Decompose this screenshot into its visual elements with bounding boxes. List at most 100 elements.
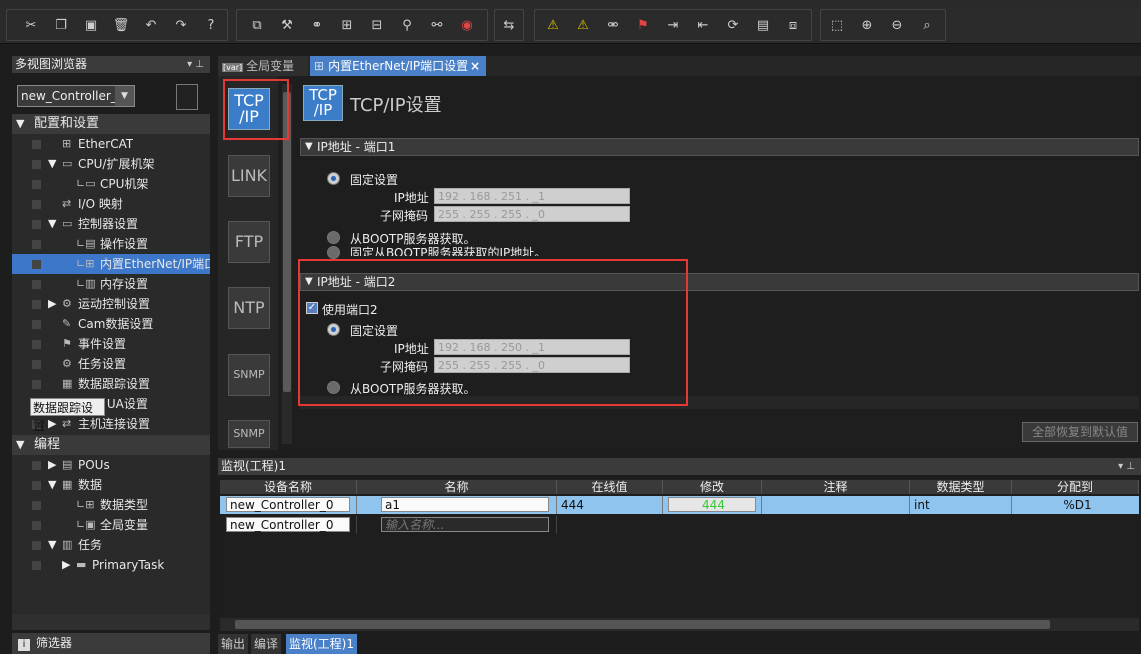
tree-checkbox[interactable] xyxy=(32,320,41,329)
tree-checkbox[interactable] xyxy=(32,521,41,530)
reset-icon[interactable]: ⇤ xyxy=(692,14,714,36)
network-icon[interactable]: ⚭ xyxy=(306,14,328,36)
column-header[interactable]: 名称 xyxy=(357,480,557,494)
tree-item[interactable]: ∟⊞ 内置EtherNet/IP端口设置 xyxy=(12,254,210,274)
column-header[interactable]: 分配到 xyxy=(1012,480,1139,494)
port1-mask-input[interactable]: 255 . 255 . 255 . _0 xyxy=(434,206,630,222)
build-icon[interactable]: ⚒ xyxy=(276,14,298,36)
paste-icon[interactable]: ▣ xyxy=(80,14,102,36)
cell-modify[interactable]: 444 xyxy=(663,496,762,514)
tree-checkbox[interactable] xyxy=(32,260,41,269)
cell-device[interactable]: new_Controller_0 xyxy=(220,516,357,534)
tab-build[interactable]: 编译 xyxy=(251,634,282,654)
undo-icon[interactable]: ↶ xyxy=(140,14,162,36)
nav-snmp-trap[interactable]: SNMP xyxy=(228,420,270,448)
column-header[interactable]: 在线值 xyxy=(557,480,663,494)
modify-input[interactable]: 444 xyxy=(668,497,756,512)
tree-item[interactable]: ▦ 数据跟踪设置 xyxy=(12,374,210,394)
tree-item[interactable]: ⇄ I/O 映射 xyxy=(12,194,210,214)
tree-item[interactable]: ∟▤ 操作设置 xyxy=(12,234,210,254)
tree-checkbox[interactable] xyxy=(32,300,41,309)
tree-item[interactable]: ∟▣ 全局变量 xyxy=(12,515,210,535)
tree-checkbox[interactable] xyxy=(32,200,41,209)
tree-checkbox[interactable] xyxy=(32,140,41,149)
window-icon[interactable]: ⧉ xyxy=(246,14,268,36)
tree-item[interactable]: ▼ ▥ 任务 xyxy=(12,535,210,555)
port1-fixed-radio[interactable] xyxy=(327,172,340,185)
tree-section-header[interactable]: ▼ 编程 xyxy=(12,435,210,455)
zoom-out-icon[interactable]: ⊖ xyxy=(886,14,908,36)
table-row[interactable]: new_Controller_0 a1 444 444 int %D1 xyxy=(220,496,1139,514)
triangle-down-icon[interactable]: ▼ xyxy=(16,435,24,455)
restore-defaults-button[interactable]: 全部恢复到默认值 xyxy=(1022,422,1138,442)
tree-item[interactable]: ▼ ▭ 控制器设置 xyxy=(12,214,210,234)
find-icon[interactable]: ⚯ xyxy=(426,14,448,36)
table-row[interactable]: new_Controller_0 输入名称... xyxy=(220,516,1139,534)
compile-icon[interactable]: ⊞ xyxy=(336,14,358,36)
column-header[interactable]: 设备名称 xyxy=(220,480,357,494)
column-header[interactable]: 修改 xyxy=(663,480,762,494)
copy-icon[interactable]: ❐ xyxy=(50,14,72,36)
zoom-100-icon[interactable]: ⌕ xyxy=(916,14,938,36)
name-new-input[interactable]: 输入名称... xyxy=(381,517,549,532)
triangle-down-icon[interactable]: ▼ xyxy=(48,535,56,555)
tree-checkbox[interactable] xyxy=(32,501,41,510)
link-icon[interactable]: ⚮ xyxy=(602,14,624,36)
delete-icon[interactable]: 🗑 xyxy=(110,14,132,36)
help-icon[interactable]: ? xyxy=(200,14,222,36)
tree-checkbox[interactable] xyxy=(32,461,41,470)
redo-icon[interactable]: ↷ xyxy=(170,14,192,36)
name-input[interactable]: a1 xyxy=(381,497,549,512)
tree-checkbox[interactable] xyxy=(32,561,41,570)
port1-ip-input[interactable]: 192 . 168 . 251 . _1 xyxy=(434,188,630,204)
error-icon[interactable]: ◉ xyxy=(456,14,478,36)
triangle-down-icon[interactable]: ▼ xyxy=(16,114,24,134)
tree-item[interactable]: ▶ ▬ PrimaryTask xyxy=(12,555,210,575)
tab-monitor[interactable]: 监视(工程)1 xyxy=(286,634,357,654)
cell-name[interactable]: 输入名称... xyxy=(357,516,557,534)
tree-item[interactable]: ▼ ▭ CPU/扩展机架 xyxy=(12,154,210,174)
tree-checkbox[interactable] xyxy=(32,160,41,169)
tree-item[interactable]: ✎ Cam数据设置 xyxy=(12,314,210,334)
transfer-icon[interactable]: ⇆ xyxy=(498,14,520,36)
tree-checkbox[interactable] xyxy=(32,180,41,189)
tree-item[interactable]: ∟⊞ 数据类型 xyxy=(12,495,210,515)
tree-item[interactable]: ⊞ EtherCAT xyxy=(12,134,210,154)
triangle-right-icon[interactable]: ▶ xyxy=(48,294,56,314)
tree-checkbox[interactable] xyxy=(32,220,41,229)
triangle-right-icon[interactable]: ▶ xyxy=(48,455,56,475)
close-icon[interactable]: × xyxy=(470,56,480,76)
tab-ethernet-ip-settings[interactable]: ⊞ 内置EtherNet/IP端口设置 × xyxy=(310,56,486,76)
nav-snmp[interactable]: SNMP xyxy=(228,354,270,396)
tree-item[interactable]: ▶ ▤ POUs xyxy=(12,455,210,475)
tree-item[interactable]: ∟▭ CPU机架 xyxy=(12,174,210,194)
tree-item[interactable]: ∟▥ 内存设置 xyxy=(12,274,210,294)
pin-icon[interactable]: ▾ ⊥ xyxy=(1118,458,1135,475)
triangle-right-icon[interactable]: ▶ xyxy=(48,414,56,434)
cell-name[interactable]: a1 xyxy=(357,496,557,514)
triangle-right-icon[interactable]: ▶ xyxy=(62,555,70,575)
tab-output[interactable]: 输出 xyxy=(218,634,249,654)
device-input[interactable]: new_Controller_0 xyxy=(226,497,350,512)
tree-checkbox[interactable] xyxy=(32,360,41,369)
set-icon[interactable]: ⇥ xyxy=(662,14,684,36)
rebuild-icon[interactable]: ⊟ xyxy=(366,14,388,36)
explorer-hscroll[interactable] xyxy=(12,614,210,630)
zoom-in-icon[interactable]: ⊕ xyxy=(856,14,878,36)
monitor-hscroll-thumb[interactable] xyxy=(235,620,1050,629)
monitor-icon[interactable]: ▤ xyxy=(752,14,774,36)
nav-ntp[interactable]: NTP xyxy=(228,287,270,329)
tree-checkbox[interactable] xyxy=(32,280,41,289)
port1-fixed-bootp-radio[interactable] xyxy=(327,246,340,259)
cut-icon[interactable]: ✂ xyxy=(20,14,42,36)
cell-device[interactable]: new_Controller_0 xyxy=(220,496,357,514)
device-input[interactable]: new_Controller_0 xyxy=(226,517,350,532)
column-header[interactable]: 注释 xyxy=(762,480,910,494)
sync-icon[interactable]: ⧈ xyxy=(782,14,804,36)
tree-checkbox[interactable] xyxy=(32,240,41,249)
column-header[interactable]: 数据类型 xyxy=(910,480,1012,494)
section-port1[interactable]: ▼ IP地址 - 端口1 xyxy=(300,138,1139,156)
cell-comment[interactable] xyxy=(762,496,910,514)
triangle-down-icon[interactable]: ▼ xyxy=(48,214,56,234)
fit-icon[interactable]: ⬚ xyxy=(826,14,848,36)
